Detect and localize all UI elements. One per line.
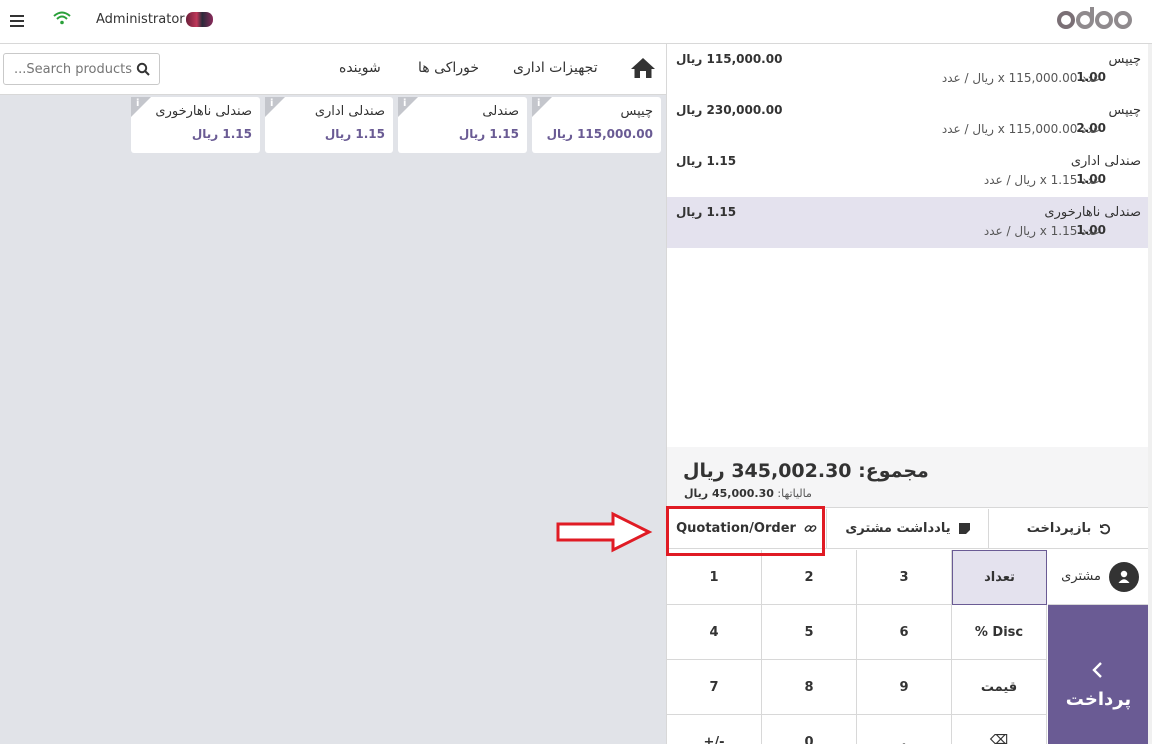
numpad-key-7[interactable]: 7 — [667, 660, 762, 715]
product-card[interactable]: i صندلی 1.15 ریال — [398, 97, 527, 153]
product-price: 1.15 ریال — [324, 127, 385, 141]
info-corner — [398, 97, 418, 117]
top-bar: Administrator — [0, 0, 1152, 44]
category-detergent[interactable]: شوینده — [339, 60, 381, 76]
numpad-key-1[interactable]: 1 — [667, 550, 762, 605]
order-taxes: مالیاتها: 45,000.30 ریال — [684, 487, 812, 500]
product-card[interactable]: i صندلی اداری 1.15 ریال — [265, 97, 393, 153]
menu-icon[interactable] — [10, 13, 24, 27]
info-corner — [131, 97, 151, 117]
total-value: 345,002.30 ریال — [683, 460, 852, 482]
order-totals: مجموع: 345,002.30 ریال مالیاتها: 45,000.… — [667, 447, 1149, 508]
product-price: 115,000.00 ریال — [546, 127, 653, 141]
numpad-key-9[interactable]: 9 — [857, 660, 952, 715]
products-header: شوینده خوراکی ها تجهیزات اداری — [0, 44, 666, 95]
customer-button[interactable]: مشتری — [1048, 550, 1149, 605]
backspace-button[interactable]: ⌫ — [952, 715, 1047, 744]
product-card[interactable]: i صندلی ناهارخوری 1.15 ریال — [131, 97, 260, 153]
refund-button[interactable]: بازپرداخت — [989, 509, 1149, 549]
order-panel: چیپس 115,000.00 ریال 1.00 عدد 115,000.00… — [666, 44, 1149, 744]
numpad-key-decimal[interactable]: . — [857, 715, 952, 744]
refund-label: بازپرداخت — [1026, 521, 1092, 536]
info-corner — [532, 97, 552, 117]
order-line[interactable]: چیپس 230,000.00 ریال 2.00 عدد 115,000.00… — [667, 95, 1149, 146]
line-product-name: چیپس — [1108, 52, 1141, 67]
mode-discount-button[interactable]: % Disc — [952, 605, 1047, 660]
numpad-key-2[interactable]: 2 — [762, 550, 857, 605]
scrollbar[interactable] — [1148, 44, 1152, 744]
line-price: 115,000.00 ریال — [676, 52, 783, 66]
product-name: صندلی اداری — [314, 104, 385, 119]
search-icon — [136, 62, 150, 76]
odoo-logo — [1057, 7, 1132, 29]
numpad-key-3[interactable]: 3 — [857, 550, 952, 605]
category-food[interactable]: خوراکی ها — [418, 60, 479, 76]
info-icon[interactable]: i — [136, 98, 139, 109]
line-product-name: صندلی اداری — [1070, 154, 1141, 169]
product-name: صندلی ناهارخوری — [155, 104, 252, 119]
chevron-left-icon — [1092, 662, 1102, 678]
customer-label: مشتری — [1061, 569, 1101, 584]
highlight-box — [666, 506, 825, 556]
line-price: 1.15 ریال — [676, 154, 737, 168]
line-product-name: صندلی ناهارخوری — [1044, 205, 1141, 220]
numpad-key-8[interactable]: 8 — [762, 660, 857, 715]
products-panel: شوینده خوراکی ها تجهیزات اداری i چیپس 11… — [0, 44, 666, 744]
numpad-key-plus-minus[interactable]: +/- — [667, 715, 762, 744]
product-price: 1.15 ریال — [458, 127, 519, 141]
product-name: چیپس — [620, 104, 653, 119]
mode-quantity-button[interactable]: تعداد — [952, 550, 1047, 605]
info-icon[interactable]: i — [537, 98, 540, 109]
numpad-key-6[interactable]: 6 — [857, 605, 952, 660]
order-total: مجموع: 345,002.30 ریال — [683, 460, 929, 482]
customer-avatar-icon — [1109, 562, 1139, 592]
info-icon[interactable]: i — [270, 98, 273, 109]
product-price: 1.15 ریال — [191, 127, 252, 141]
numpad-key-4[interactable]: 4 — [667, 605, 762, 660]
info-corner — [265, 97, 285, 117]
payment-button[interactable]: پرداخت — [1048, 605, 1149, 744]
product-card[interactable]: i چیپس 115,000.00 ریال — [532, 97, 661, 153]
line-unit-detail: عدد 1.15 x ریال / عدد — [983, 224, 1100, 238]
line-unit-detail: عدد 1.15 x ریال / عدد — [983, 173, 1100, 187]
tax-label: مالیاتها: — [777, 487, 812, 500]
numpad-key-0[interactable]: 0 — [762, 715, 857, 744]
info-icon[interactable]: i — [403, 98, 406, 109]
mode-price-button[interactable]: قیمت — [952, 660, 1047, 715]
search-box[interactable] — [3, 53, 160, 85]
order-line[interactable]: صندلی اداری 1.15 ریال 1.00 عدد 1.15 x ری… — [667, 146, 1149, 197]
tax-value: 45,000.30 ریال — [684, 487, 774, 500]
order-line-selected[interactable]: صندلی ناهارخوری 1.15 ریال 1.00 عدد 1.15 … — [667, 197, 1149, 248]
line-unit-detail: عدد 115,000.00 x ریال / عدد — [941, 122, 1100, 136]
home-icon[interactable] — [630, 56, 656, 80]
product-name: صندلی — [482, 104, 519, 119]
payment-label: پرداخت — [1065, 689, 1132, 710]
order-line[interactable]: چیپس 115,000.00 ریال 1.00 عدد 115,000.00… — [667, 44, 1149, 95]
wifi-icon — [53, 11, 71, 25]
customer-note-label: یادداشت مشتری — [845, 521, 951, 536]
line-price: 230,000.00 ریال — [676, 103, 783, 117]
line-unit-detail: عدد 115,000.00 x ریال / عدد — [941, 71, 1100, 85]
line-price: 1.15 ریال — [676, 205, 737, 219]
user-avatar[interactable] — [186, 12, 213, 27]
category-office-equipment[interactable]: تجهیزات اداری — [513, 60, 598, 76]
total-label: مجموع: — [858, 460, 929, 482]
customer-note-button[interactable]: یادداشت مشتری — [827, 509, 989, 549]
numpad-key-5[interactable]: 5 — [762, 605, 857, 660]
arrow-right-icon — [556, 511, 653, 553]
search-input[interactable] — [10, 60, 132, 78]
user-name[interactable]: Administrator — [96, 12, 185, 27]
pos-screen: Administrator شوینده خوراکی ها تجهیزات ا… — [0, 0, 1152, 744]
undo-icon — [1100, 523, 1111, 534]
line-product-name: چیپس — [1108, 103, 1141, 118]
note-icon — [958, 523, 970, 534]
